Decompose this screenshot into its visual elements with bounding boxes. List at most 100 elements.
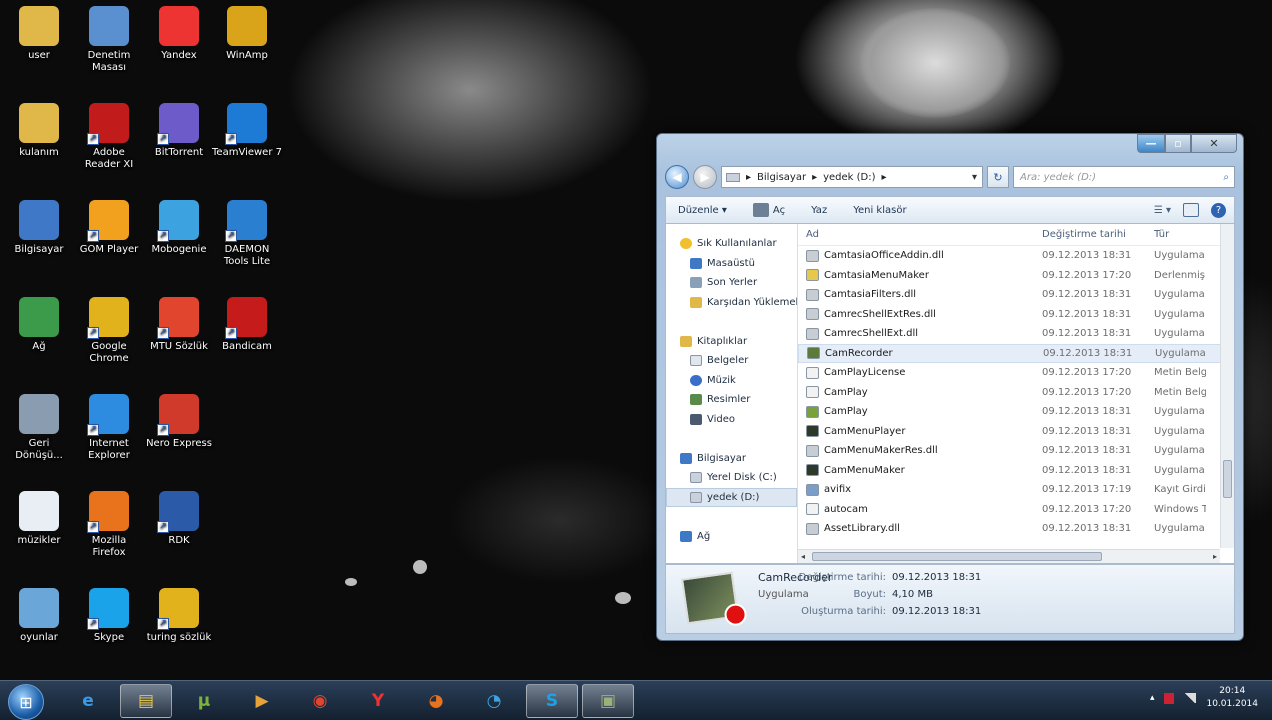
- minimize-button[interactable]: —: [1137, 134, 1165, 153]
- desktop-icon-network[interactable]: Ağ: [4, 297, 74, 353]
- desktop-icon-chrome[interactable]: ↗ Google Chrome: [74, 297, 144, 365]
- file-row[interactable]: CamPlay 09.12.2013 17:20 Metin Belg: [798, 383, 1234, 403]
- desktop-icon-firefox[interactable]: ↗ Mozilla Firefox: [74, 491, 144, 559]
- skype-icon: S: [545, 691, 559, 711]
- horizontal-scroll-thumb[interactable]: [812, 552, 1102, 561]
- nav-libraries[interactable]: Kitaplıklar: [666, 332, 797, 352]
- nav-local-disk-c[interactable]: Yerel Disk (C:): [666, 468, 797, 488]
- desktop-icon-bandicam[interactable]: ↗ Bandicam: [212, 297, 282, 353]
- file-row[interactable]: avifix 09.12.2013 17:19 Kayıt Girdi: [798, 480, 1234, 500]
- desktop-icon-winamp[interactable]: WinAmp: [212, 6, 282, 62]
- taskbar-utorrent-button[interactable]: µ: [178, 684, 230, 718]
- tray-flag-icon[interactable]: [1164, 692, 1175, 704]
- desktop-icon-computer[interactable]: Bilgisayar: [4, 200, 74, 256]
- desktop-icon-shortcut[interactable]: ↗ RDK: [144, 491, 214, 547]
- view-options-icon[interactable]: ☰ ▾: [1154, 205, 1171, 216]
- scroll-right-arrow[interactable]: ▸: [1213, 552, 1217, 561]
- nav-videos[interactable]: Video: [666, 410, 797, 430]
- file-row[interactable]: CamPlay 09.12.2013 18:31 Uygulama: [798, 402, 1234, 422]
- nav-recent-places[interactable]: Son Yerler: [666, 273, 797, 293]
- search-input[interactable]: Ara: yedek (D:) ⌕: [1013, 166, 1235, 188]
- file-icon: [806, 366, 819, 379]
- forward-button[interactable]: ▶: [693, 165, 717, 189]
- horizontal-scrollbar[interactable]: ◂ ▸: [798, 549, 1220, 563]
- desktop-icon-games-folder[interactable]: oyunlar: [4, 588, 74, 644]
- nav-computer[interactable]: Bilgisayar: [666, 449, 797, 469]
- file-row[interactable]: AssetLibrary.dll 09.12.2013 18:31 Uygulama: [798, 519, 1234, 539]
- breadcrumb-drive-d[interactable]: yedek (D:): [823, 172, 875, 183]
- desktop-icon-gom-player[interactable]: ↗ GOM Player: [74, 200, 144, 256]
- maximize-button[interactable]: ▫: [1165, 134, 1191, 153]
- refresh-button[interactable]: ↻: [987, 166, 1009, 188]
- desktop-icon-folder[interactable]: kulanım: [4, 103, 74, 159]
- column-type[interactable]: Tür: [1154, 229, 1206, 240]
- user-folder-icon: [19, 6, 59, 46]
- clock[interactable]: 20:14 10.01.2014: [1206, 685, 1258, 711]
- nav-desktop[interactable]: Masaüstü: [666, 254, 797, 274]
- file-row[interactable]: CamPlayLicense 09.12.2013 17:20 Metin Belg: [798, 363, 1234, 383]
- desktop-icon-mobogenie[interactable]: ↗ Mobogenie: [144, 200, 214, 256]
- tray-network-icon[interactable]: [1184, 693, 1197, 703]
- open-button[interactable]: Aç: [752, 203, 785, 217]
- desktop-icon-yandex[interactable]: Yandex: [144, 6, 214, 62]
- nav-music[interactable]: Müzik: [666, 371, 797, 391]
- taskbar-camrecorder-button[interactable]: ▣: [582, 684, 634, 718]
- nav-pictures[interactable]: Resimler: [666, 390, 797, 410]
- file-row[interactable]: CamtasiaMenuMaker 09.12.2013 17:20 Derlenm…: [798, 266, 1234, 286]
- desktop-icon-mtu-dictionary[interactable]: ↗ MTU Sözlük: [144, 297, 214, 353]
- taskbar-firefox-button[interactable]: ◕: [410, 684, 462, 718]
- desktop-icon-adobe-reader[interactable]: ↗ Adobe Reader XI: [74, 103, 144, 171]
- help-icon[interactable]: ?: [1211, 202, 1226, 218]
- desktop-icon-music-file[interactable]: müzikler: [4, 491, 74, 547]
- taskbar-mobogenie-button[interactable]: ◔: [468, 684, 520, 718]
- taskbar-chrome-button[interactable]: ◉: [294, 684, 346, 718]
- file-row[interactable]: CamrecShellExtRes.dll 09.12.2013 18:31 Uyg…: [798, 305, 1234, 325]
- desktop-icon-recycle-bin[interactable]: Geri Dönüşü...: [4, 394, 74, 462]
- taskbar-internet-explorer-button[interactable]: e: [62, 684, 114, 718]
- desktop-icon-daemon-tools[interactable]: ↗ DAEMON Tools Lite: [212, 200, 282, 268]
- search-icon[interactable]: ⌕: [1223, 172, 1234, 183]
- file-row[interactable]: CamRecorder 09.12.2013 18:31 Uygulama: [798, 343, 1234, 363]
- preview-pane-icon[interactable]: [1183, 203, 1199, 217]
- desktop-icon-internet-explorer[interactable]: ↗ Internet Explorer: [74, 394, 144, 462]
- file-row[interactable]: CamMenuPlayer 09.12.2013 18:31 Uygulama: [798, 422, 1234, 442]
- organize-button[interactable]: Düzenle ▾: [678, 205, 727, 216]
- vertical-scrollbar[interactable]: [1220, 224, 1234, 548]
- desktop-icon-user-folder[interactable]: user: [4, 6, 74, 62]
- close-button[interactable]: ✕: [1191, 134, 1237, 153]
- nav-documents[interactable]: Belgeler: [666, 351, 797, 371]
- taskbar-yandex-button[interactable]: Y: [352, 684, 404, 718]
- desktop-icon-turing-dictionary[interactable]: ↗ turing sözlük: [144, 588, 214, 644]
- file-row[interactable]: CamMenuMakerRes.dll 09.12.2013 18:31 Uygul…: [798, 441, 1234, 461]
- file-row[interactable]: CamtasiaFilters.dll 09.12.2013 18:31 Uygul…: [798, 285, 1234, 305]
- desktop-icon-teamviewer[interactable]: ↗ TeamViewer 7: [212, 103, 282, 159]
- file-row[interactable]: autocam 09.12.2013 17:20 Windows T: [798, 500, 1234, 520]
- desktop-icon-nero-express[interactable]: ↗ Nero Express: [144, 394, 214, 450]
- nav-favorites[interactable]: Sık Kullanılanlar: [666, 234, 797, 254]
- desktop-icon-skype[interactable]: ↗ Skype: [74, 588, 144, 644]
- desktop-icon-bittorrent[interactable]: ↗ BitTorrent: [144, 103, 214, 159]
- nav-network[interactable]: Ağ: [666, 527, 797, 547]
- back-button[interactable]: ◀: [665, 165, 689, 189]
- start-button[interactable]: ⊞: [8, 684, 44, 720]
- column-date-modified[interactable]: Değiştirme tarihi: [1042, 229, 1154, 240]
- desktop-icon-control-panel[interactable]: Denetim Masası: [74, 6, 144, 74]
- taskbar-explorer-button[interactable]: ▤: [120, 684, 172, 718]
- nav-downloads[interactable]: Karşıdan Yüklemeler: [666, 293, 797, 313]
- breadcrumb-computer[interactable]: Bilgisayar: [757, 172, 806, 183]
- computer-icon: [680, 452, 692, 464]
- column-name[interactable]: Ad: [798, 229, 1042, 240]
- address-field[interactable]: ▸ Bilgisayar ▸ yedek (D:) ▸ ▾: [721, 166, 983, 188]
- tray-expand-icon[interactable]: ▴: [1150, 693, 1155, 703]
- nav-drive-d[interactable]: yedek (D:): [666, 487, 797, 507]
- file-row[interactable]: CamrecShellExt.dll 09.12.2013 18:31 Uygula…: [798, 324, 1234, 344]
- taskbar-skype-button[interactable]: S: [526, 684, 578, 718]
- new-folder-button[interactable]: Yeni klasör: [853, 205, 906, 216]
- scroll-thumb[interactable]: [1223, 460, 1232, 498]
- address-dropdown[interactable]: ▾: [967, 172, 982, 183]
- file-row[interactable]: CamMenuMaker 09.12.2013 18:31 Uygulama: [798, 461, 1234, 481]
- burn-button[interactable]: Yaz: [811, 205, 827, 216]
- file-row[interactable]: CamtasiaOfficeAddin.dll 09.12.2013 18:31 U…: [798, 246, 1234, 266]
- scroll-left-arrow[interactable]: ◂: [801, 552, 805, 561]
- taskbar-media-player-button[interactable]: ▶: [236, 684, 288, 718]
